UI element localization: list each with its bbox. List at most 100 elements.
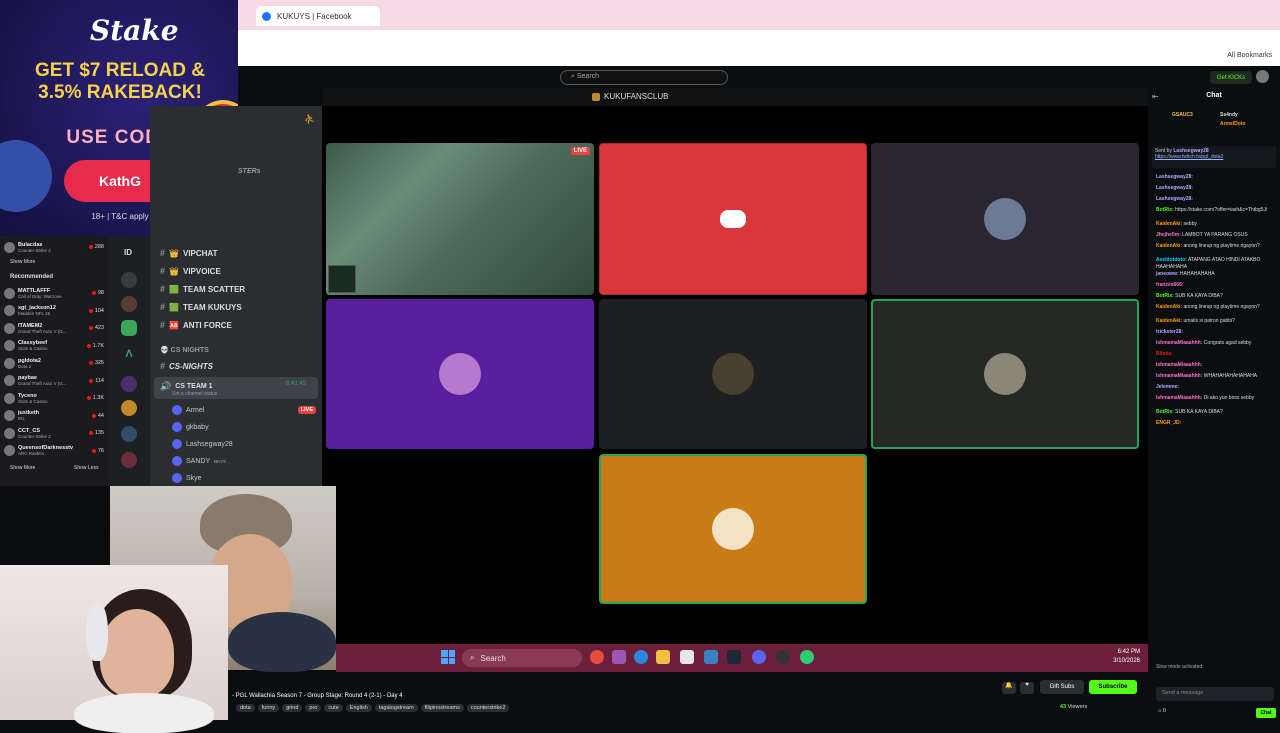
- chat-username[interactable]: Axeldotdoto:: [1156, 257, 1187, 263]
- sidebar-item-recommended[interactable]: MATTLAFFF Call of Duty: Warzone 98: [4, 284, 104, 302]
- app-icon[interactable]: [612, 650, 626, 664]
- user-tile-speaking[interactable]: [871, 299, 1139, 449]
- points-counter[interactable]: ⌂ 0: [1158, 708, 1166, 714]
- steam-icon[interactable]: [727, 650, 741, 664]
- show-more-link-bottom[interactable]: Show More: [10, 465, 35, 471]
- user-tile[interactable]: [599, 143, 867, 295]
- chat-username[interactable]: BotRix:: [1156, 207, 1174, 213]
- store-icon[interactable]: [680, 650, 694, 664]
- channel-cs-nights[interactable]: # CS-NIGHTS: [160, 359, 213, 373]
- chat-username[interactable]: Lashsegway28:: [1156, 174, 1193, 180]
- heart-icon[interactable]: ♥: [1020, 682, 1034, 694]
- kick-search-input[interactable]: ⌕ Search: [560, 70, 728, 85]
- channel-item[interactable]: # 🟩 TEAM KUKUYS: [160, 300, 242, 314]
- chat-username[interactable]: KaidenAki:: [1156, 304, 1182, 310]
- chat-username[interactable]: ENGR_JD:: [1156, 420, 1181, 426]
- chat-username[interactable]: BotRix:: [1156, 293, 1174, 299]
- address-bar[interactable]: [238, 30, 1280, 44]
- edge-icon[interactable]: [634, 650, 648, 664]
- taskbar-search[interactable]: ⌕ Search: [462, 649, 582, 667]
- chat-username[interactable]: Blinde:: [1156, 351, 1173, 357]
- obs-icon[interactable]: [776, 650, 790, 664]
- chat-username[interactable]: Jelemme:: [1156, 384, 1179, 390]
- voice-user[interactable]: Lashsegway28: [172, 437, 316, 451]
- bell-icon[interactable]: 🔔: [1002, 682, 1016, 694]
- user-tile[interactable]: [326, 299, 594, 449]
- chat-username[interactable]: Lashsegway28:: [1156, 185, 1193, 191]
- chrome-icon[interactable]: [590, 650, 604, 664]
- user-avatar[interactable]: [1256, 70, 1269, 83]
- voice-user[interactable]: Skye: [172, 471, 316, 485]
- chat-username[interactable]: IshmamaMiaaahhh:: [1156, 362, 1202, 368]
- sidebar-item-recommended[interactable]: paybae Grand Theft Auto V (G... 114: [4, 372, 104, 390]
- chat-username[interactable]: trickster28:: [1156, 329, 1183, 335]
- pinned-message[interactable]: Sent by Lashsegway28 https://www.twitch.…: [1152, 146, 1276, 168]
- all-bookmarks-link[interactable]: All Bookmarks: [1227, 52, 1272, 59]
- chat-username[interactable]: KaidenAki:: [1156, 243, 1182, 249]
- stream-tag[interactable]: cute: [324, 704, 343, 712]
- stream-tag[interactable]: funny: [257, 704, 280, 712]
- sidebar-item-recommended[interactable]: CCT_CS Counter-Strike 2 135: [4, 424, 104, 442]
- chat-username[interactable]: IshmamaMiaaahhh:: [1156, 340, 1202, 346]
- sidebar-item-recommended[interactable]: QueensofDarknesstv ARC Raiders 76: [4, 442, 104, 460]
- chat-input[interactable]: Send a message: [1156, 687, 1274, 701]
- server-icon[interactable]: [121, 452, 137, 468]
- server-icon[interactable]: [121, 296, 137, 312]
- chat-username[interactable]: BotRix:: [1156, 409, 1174, 415]
- chat-username[interactable]: KaidenAki:: [1156, 318, 1182, 324]
- server-icon[interactable]: [121, 400, 137, 416]
- sidebar-item-recommended[interactable]: sgt_jackson12 Madden NFL 26 104: [4, 302, 104, 320]
- chat-username[interactable]: Lashsegway28:: [1156, 196, 1193, 202]
- subscribe-button[interactable]: Subscribe: [1089, 680, 1137, 694]
- voice-user[interactable]: gkbaby: [172, 420, 316, 434]
- channel-item[interactable]: # 👑 VIPVOICE: [160, 264, 221, 278]
- voice-user[interactable]: SANDY BKYS: [172, 454, 316, 468]
- add-friend-icon[interactable]: ⛹: [304, 114, 315, 125]
- user-tile[interactable]: [871, 143, 1139, 295]
- stream-tag[interactable]: dota: [236, 704, 255, 712]
- sidebar-item-recommended[interactable]: justketh IRL 44: [4, 407, 104, 425]
- show-more-link[interactable]: Show More: [10, 259, 35, 265]
- chat-send-button[interactable]: Chat: [1256, 708, 1276, 718]
- mail-icon[interactable]: [704, 650, 718, 664]
- collapse-chat-icon[interactable]: ⇤: [1152, 92, 1159, 101]
- channel-status[interactable]: Set a channel status: [172, 391, 217, 397]
- chrome-profile-icon[interactable]: [800, 650, 814, 664]
- server-icon[interactable]: Λ: [121, 348, 137, 364]
- stream-tag[interactable]: counterstrike2: [466, 704, 510, 712]
- chat-username[interactable]: janeoww:: [1156, 271, 1179, 277]
- channel-item[interactable]: # 🆎 ANTI FORCE: [160, 318, 232, 332]
- chat-username[interactable]: IshmamaMiaaahhh:: [1156, 373, 1202, 379]
- user-tile-speaking[interactable]: [599, 454, 867, 604]
- stream-tag[interactable]: filipinostreams: [420, 704, 464, 712]
- chat-username[interactable]: franzes666:: [1156, 282, 1184, 288]
- get-kicks-button[interactable]: Get KICKs: [1210, 71, 1252, 84]
- system-clock[interactable]: 6:42 PM 3/10/2026: [1100, 648, 1140, 666]
- chat-username[interactable]: Jhejhe0m:: [1156, 232, 1181, 238]
- server-icon[interactable]: [121, 426, 137, 442]
- windows-start-icon[interactable]: [441, 650, 455, 664]
- file-explorer-icon[interactable]: [656, 650, 670, 664]
- stream-tag[interactable]: pro: [305, 704, 322, 712]
- browser-tab[interactable]: KUKUYS | Facebook: [256, 6, 380, 26]
- show-less-link[interactable]: Show Less: [74, 465, 98, 471]
- server-icon[interactable]: [121, 376, 137, 392]
- sidebar-item-recommended[interactable]: Classybeef Slots & Casino 1.7K: [4, 337, 104, 355]
- server-icon[interactable]: [121, 320, 137, 336]
- user-tile[interactable]: [599, 299, 867, 449]
- voice-user[interactable]: Armel LIVE: [172, 403, 316, 417]
- sidebar-item-top[interactable]: Bulacdas Counter-Strike 2 288: [4, 238, 104, 256]
- gift-subs-button[interactable]: Gift Subs: [1040, 680, 1084, 694]
- discord-icon[interactable]: [752, 650, 766, 664]
- sidebar-item-recommended[interactable]: ITAMEM2 Grand Theft Auto V (G... 423: [4, 319, 104, 337]
- channel-item[interactable]: # 👑 VIPCHAT: [160, 246, 218, 260]
- stream-tag[interactable]: tagalogstream: [374, 704, 418, 712]
- stream-tag[interactable]: English: [345, 704, 372, 712]
- category-cs-nights[interactable]: 💀 CS NIGHTS: [160, 346, 209, 354]
- stream-tile-armel[interactable]: LIVE: [326, 143, 594, 295]
- sidebar-item-recommended[interactable]: Tyceno Slots & Casino 1.3K: [4, 389, 104, 407]
- chat-username[interactable]: IshmamaMiaaahhh:: [1156, 395, 1202, 401]
- chat-username[interactable]: KaidenAki:: [1156, 221, 1182, 227]
- server-icon[interactable]: [121, 272, 137, 288]
- channel-item[interactable]: # 🟩 TEAM SCATTER: [160, 282, 245, 296]
